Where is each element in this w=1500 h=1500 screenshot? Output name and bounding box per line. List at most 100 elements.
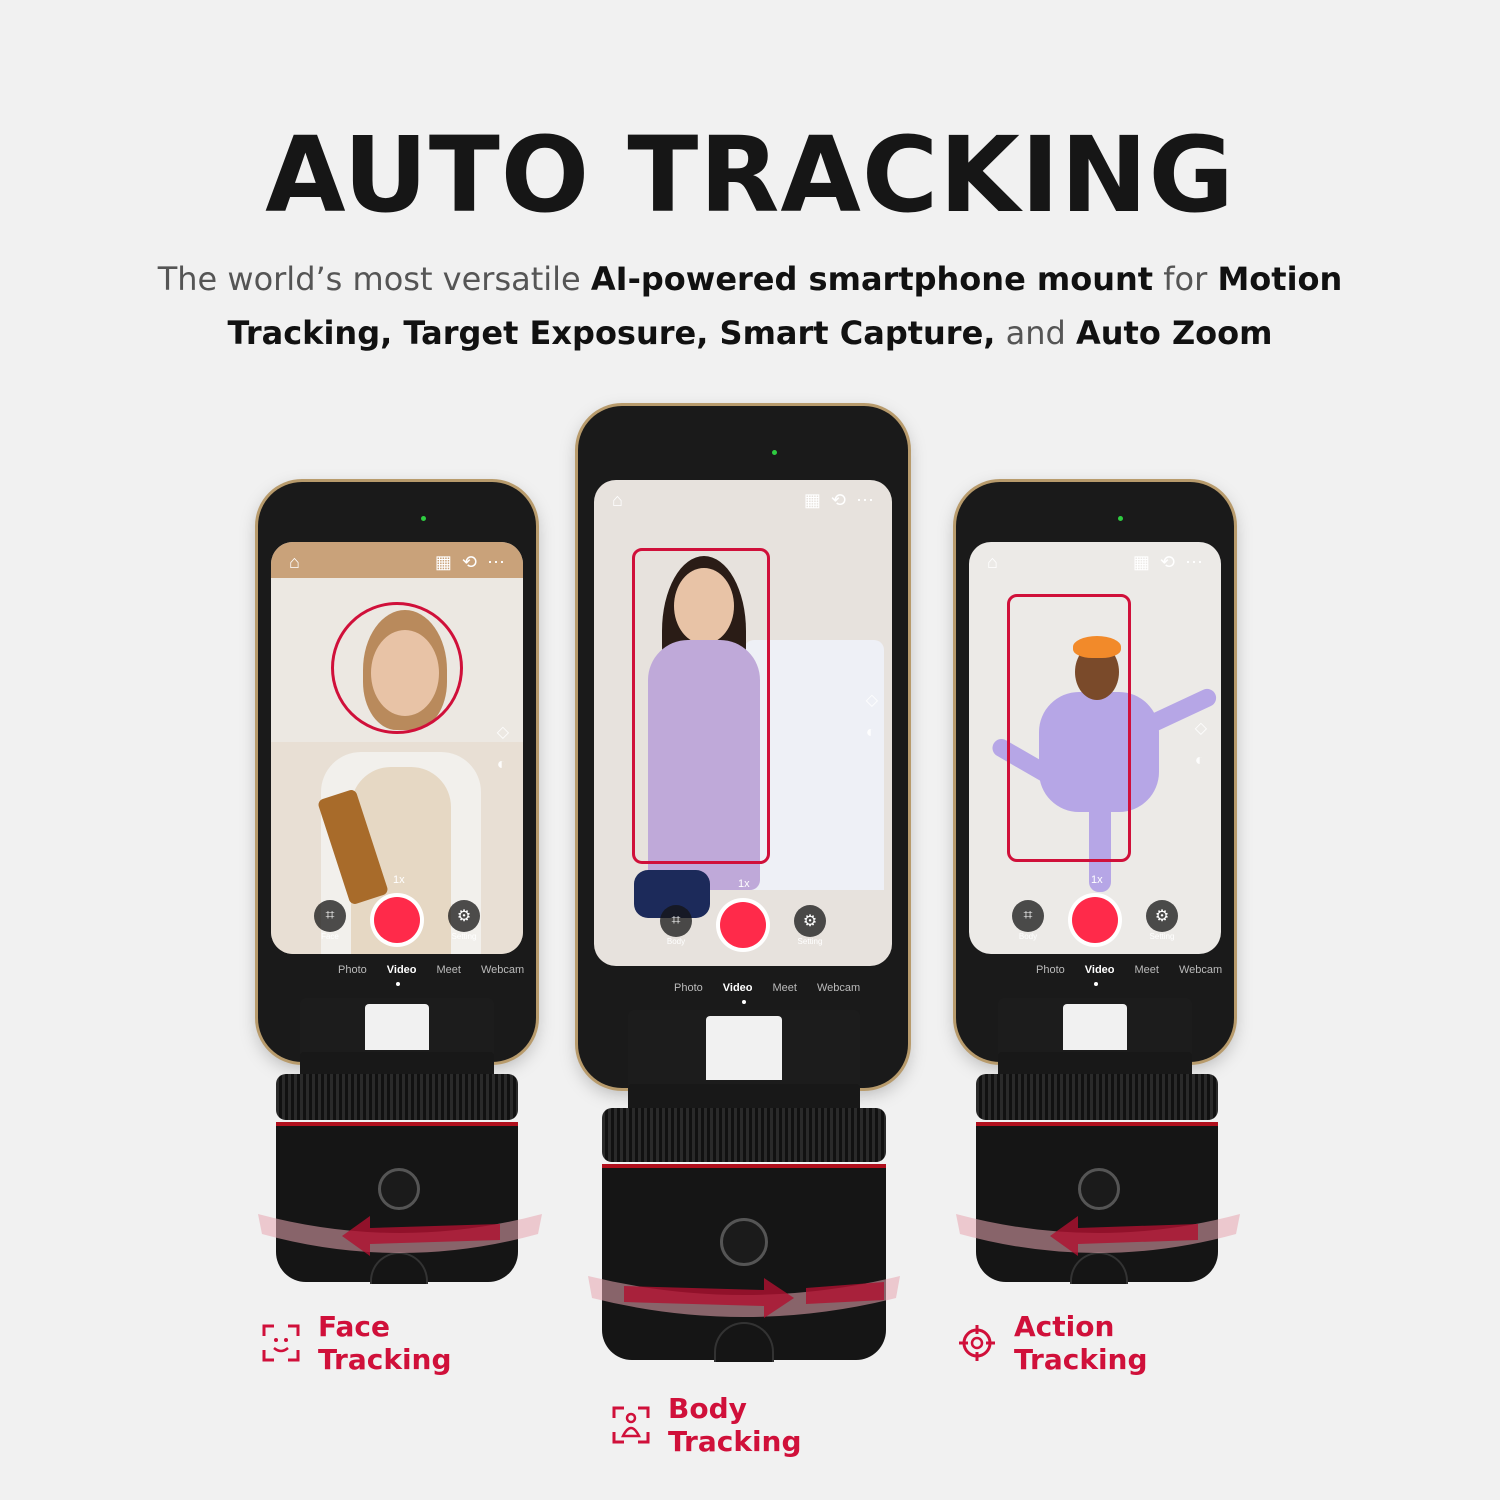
- subtitle-part: for: [1153, 260, 1218, 298]
- home-icon[interactable]: ⌂: [987, 552, 998, 573]
- camera-toolbar: ⌂ ▦ ⟲ ⋯: [969, 542, 1221, 582]
- phone: ⌂ ▦ ⟲ ⋯ ◇ ◐ 1x ⌗ Body ⚙ Setting Photo Video …: [578, 406, 908, 1088]
- layers-icon[interactable]: ◇: [1195, 718, 1207, 738]
- active-mode-dot: [1094, 982, 1098, 986]
- record-button[interactable]: [374, 897, 420, 943]
- body-mode-label: Body: [666, 936, 686, 946]
- mode-tabs: Photo Video Meet Webcam: [338, 964, 524, 976]
- grid-icon[interactable]: ▦: [804, 490, 821, 511]
- power-button[interactable]: [720, 1218, 768, 1266]
- clamp-notch: [706, 1016, 782, 1080]
- feature-label-text: Body Tracking: [668, 1392, 802, 1458]
- feature-label-text: Face Tracking: [318, 1310, 452, 1376]
- settings-button[interactable]: ⚙: [448, 899, 480, 932]
- grid-icon[interactable]: ▦: [1133, 552, 1150, 573]
- settings-button[interactable]: ⚙: [1146, 899, 1178, 932]
- tab-meet[interactable]: Meet: [1135, 964, 1159, 976]
- phone: ⌂ ▦ ⟲ ⋯ ◇ ◐ 1x ⌗ Body ⚙ Setting Photo Video …: [956, 482, 1234, 1062]
- camera-dot: [772, 450, 777, 455]
- mode-tabs: Photo Video Meet Webcam: [674, 982, 860, 994]
- phone-screen: ⌂ ▦ ⟲ ⋯ ◇ ◐ 1x ⌗ Body ⚙ Setting: [594, 480, 892, 966]
- tab-photo[interactable]: Photo: [338, 964, 367, 976]
- active-mode-dot: [396, 982, 400, 986]
- home-icon[interactable]: ⌂: [612, 490, 623, 511]
- clamp-notch: [1063, 1004, 1127, 1050]
- grid-icon[interactable]: ▦: [435, 552, 452, 573]
- exposure-icon[interactable]: ◐: [497, 756, 509, 774]
- grip-ring: [976, 1074, 1218, 1120]
- flip-camera-icon[interactable]: ⟲: [831, 490, 846, 511]
- settings-label: Setting: [1149, 931, 1175, 941]
- subtitle-part: AI-powered smartphone mount: [590, 260, 1154, 298]
- camera-dot: [1118, 516, 1123, 521]
- camera-dot: [421, 516, 426, 521]
- tab-webcam[interactable]: Webcam: [817, 982, 860, 994]
- tab-meet[interactable]: Meet: [773, 982, 797, 994]
- body-mode-button[interactable]: ⌗: [660, 904, 692, 937]
- camera-toolbar: ⌂ ▦ ⟲ ⋯: [271, 542, 523, 582]
- record-button[interactable]: [720, 902, 766, 948]
- zoom-indicator[interactable]: 1x: [393, 874, 405, 886]
- zoom-indicator[interactable]: 1x: [738, 878, 750, 890]
- face-tracking-ring: [331, 602, 463, 734]
- more-icon[interactable]: ⋯: [487, 552, 505, 573]
- feature-label-body: Body Tracking: [612, 1392, 802, 1458]
- tab-webcam[interactable]: Webcam: [1179, 964, 1222, 976]
- subtitle-part: Auto Zoom: [1075, 314, 1273, 352]
- more-icon[interactable]: ⋯: [856, 490, 874, 511]
- capture-controls: ⌗ Body ⚙ Setting: [969, 897, 1221, 943]
- flip-camera-icon[interactable]: ⟲: [462, 552, 477, 573]
- feature-label-text: Action Tracking: [1014, 1310, 1148, 1376]
- body-tracking-box: [632, 548, 770, 864]
- body-mode-button[interactable]: ⌗: [1012, 899, 1044, 932]
- face-scan-icon: [262, 1324, 300, 1362]
- crosshair-icon: [959, 1325, 995, 1361]
- side-tools: ◇ ◐: [497, 722, 509, 774]
- phone: ⌂ ▦ ⟲ ⋯ ◇ ◐ 1x ⌗ Face ⚙ Setting Photo Video …: [258, 482, 536, 1062]
- rotation-arrow-left: [258, 1214, 542, 1256]
- tab-meet[interactable]: Meet: [437, 964, 461, 976]
- settings-button[interactable]: ⚙: [794, 904, 826, 937]
- face-mode-button[interactable]: ⌗: [314, 899, 346, 932]
- tab-video[interactable]: Video: [1085, 964, 1115, 976]
- body-mode-label: Body: [1018, 931, 1038, 941]
- subtitle-part: The world’s most versatile: [157, 260, 591, 298]
- tab-webcam[interactable]: Webcam: [481, 964, 524, 976]
- camera-toolbar: ⌂ ▦ ⟲ ⋯: [594, 480, 892, 520]
- power-button[interactable]: [378, 1168, 420, 1210]
- side-tools: ◇ ◐: [866, 690, 878, 742]
- flip-camera-icon[interactable]: ⟲: [1160, 552, 1175, 573]
- face-mode-label: Face: [321, 931, 339, 941]
- rotation-arrow-right: [588, 1276, 900, 1318]
- capture-controls: ⌗ Face ⚙ Setting: [271, 897, 523, 943]
- tab-photo[interactable]: Photo: [1036, 964, 1065, 976]
- layers-icon[interactable]: ◇: [866, 690, 878, 710]
- capture-controls: ⌗ Body ⚙ Setting: [594, 902, 892, 948]
- action-tracking-box: [1007, 594, 1131, 862]
- body-scan-icon: [612, 1406, 650, 1444]
- feature-label-face: Face Tracking: [262, 1310, 452, 1376]
- zoom-indicator[interactable]: 1x: [1091, 874, 1103, 886]
- phone-screen: ⌂ ▦ ⟲ ⋯ ◇ ◐ 1x ⌗ Face ⚙ Setting: [271, 542, 523, 954]
- record-button[interactable]: [1072, 897, 1118, 943]
- settings-label: Setting: [797, 936, 823, 946]
- tab-video[interactable]: Video: [387, 964, 417, 976]
- tab-photo[interactable]: Photo: [674, 982, 703, 994]
- home-icon[interactable]: ⌂: [289, 552, 300, 573]
- more-icon[interactable]: ⋯: [1185, 552, 1203, 573]
- layers-icon[interactable]: ◇: [497, 722, 509, 742]
- side-tools: ◇ ◐: [1195, 718, 1207, 770]
- page-subtitle: The world’s most versatile AI-powered sm…: [130, 252, 1370, 360]
- exposure-icon[interactable]: ◐: [1195, 752, 1207, 770]
- phone-screen: ⌂ ▦ ⟲ ⋯ ◇ ◐ 1x ⌗ Body ⚙ Setting: [969, 542, 1221, 954]
- settings-label: Setting: [451, 931, 477, 941]
- grip-ring: [602, 1108, 886, 1162]
- power-button[interactable]: [1078, 1168, 1120, 1210]
- tab-video[interactable]: Video: [723, 982, 753, 994]
- exposure-icon[interactable]: ◐: [866, 724, 878, 742]
- grip-ring: [276, 1074, 518, 1120]
- page-title: AUTO TRACKING: [265, 114, 1235, 236]
- active-mode-dot: [742, 1000, 746, 1004]
- feature-label-action: Action Tracking: [958, 1310, 1148, 1376]
- subtitle-part: and: [995, 314, 1076, 352]
